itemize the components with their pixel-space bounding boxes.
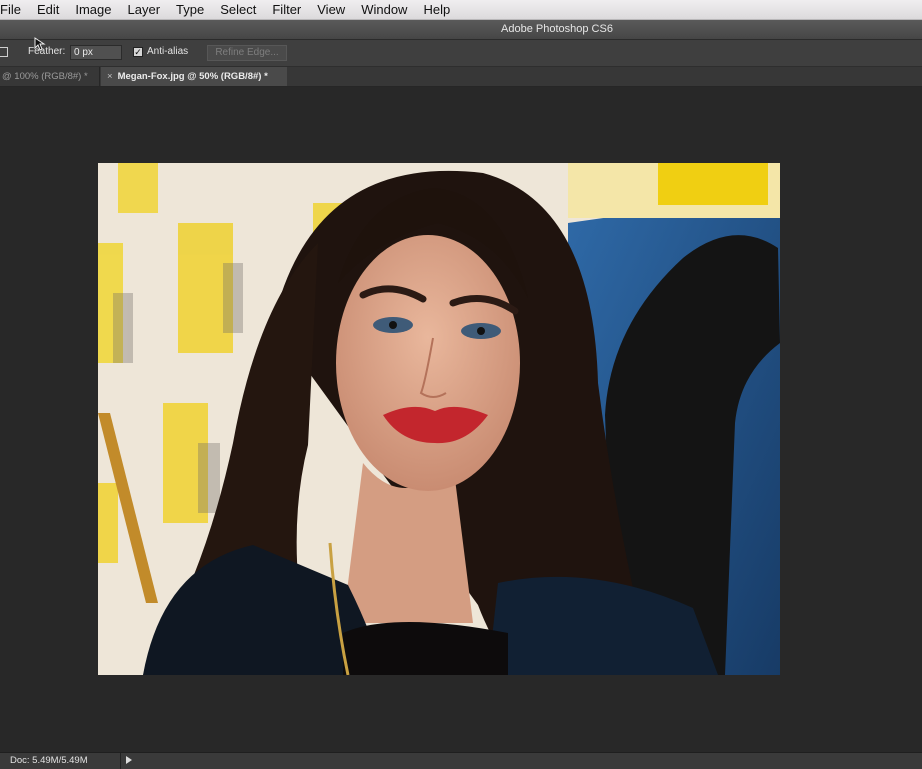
menu-file[interactable]: File	[0, 0, 29, 19]
menu-type[interactable]: Type	[168, 0, 212, 19]
menu-window[interactable]: Window	[353, 0, 415, 19]
menu-select[interactable]: Select	[212, 0, 264, 19]
refine-edge-button[interactable]: Refine Edge...	[207, 45, 287, 61]
app-title: Adobe Photoshop CS6	[501, 23, 613, 35]
tab-label: @ 100% (RGB/8#) *	[2, 71, 88, 82]
triangle-right-icon[interactable]	[126, 756, 132, 764]
options-bar: Feather: 0 px ✓ Anti-alias Refine Edge..…	[0, 40, 922, 67]
marquee-tool-icon[interactable]	[0, 47, 8, 57]
feather-input[interactable]: 0 px	[70, 45, 122, 60]
document-tab-bar: @ 100% (RGB/8#) * × Megan-Fox.jpg @ 50% (…	[0, 67, 922, 87]
canvas-area[interactable]	[0, 87, 922, 752]
mouse-pointer-icon	[34, 37, 46, 51]
close-icon[interactable]: ×	[107, 71, 113, 82]
document-size: Doc: 5.49M/5.49M	[10, 755, 88, 766]
menu-filter[interactable]: Filter	[264, 0, 309, 19]
status-bar: Doc: 5.49M/5.49M	[0, 752, 922, 769]
tab-megan-fox[interactable]: × Megan-Fox.jpg @ 50% (RGB/8#) *	[101, 67, 287, 86]
tab-other-document[interactable]: @ 100% (RGB/8#) *	[0, 67, 100, 86]
checkmark-icon: ✓	[134, 47, 142, 57]
antialias-checkbox[interactable]: ✓	[133, 47, 143, 57]
portrait-photo	[98, 163, 780, 675]
menu-layer[interactable]: Layer	[120, 0, 169, 19]
status-divider	[120, 753, 121, 769]
app-title-bar: Adobe Photoshop CS6	[0, 20, 922, 40]
menu-help[interactable]: Help	[415, 0, 458, 19]
menu-edit[interactable]: Edit	[29, 0, 67, 19]
menu-view[interactable]: View	[309, 0, 353, 19]
menu-image[interactable]: Image	[67, 0, 119, 19]
antialias-label: Anti-alias	[147, 46, 189, 57]
document-image[interactable]	[98, 163, 780, 675]
tab-label: Megan-Fox.jpg @ 50% (RGB/8#) *	[117, 71, 268, 82]
menu-bar: File Edit Image Layer Type Select Filter…	[0, 0, 922, 20]
